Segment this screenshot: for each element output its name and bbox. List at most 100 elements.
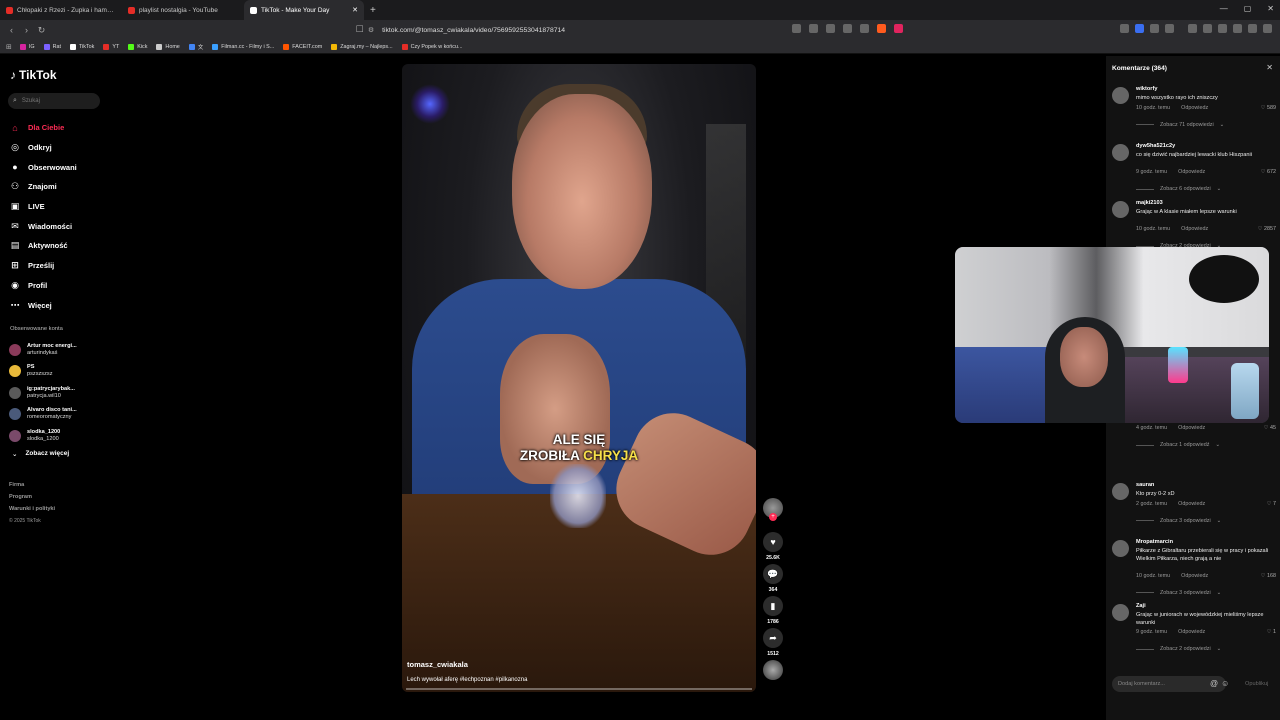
share-icon[interactable] bbox=[860, 24, 869, 33]
avatar[interactable] bbox=[1112, 87, 1129, 104]
bookmark-item[interactable]: IG bbox=[19, 43, 35, 51]
comment-username[interactable]: wiktorfy bbox=[1136, 86, 1157, 92]
tiktok-logo[interactable]: ♪ TikTok bbox=[10, 68, 57, 82]
comment-input[interactable]: Dodaj komentarz... bbox=[1112, 676, 1226, 692]
follow-plus-icon[interactable]: + bbox=[769, 513, 777, 521]
reply-button[interactable]: Odpowiedz bbox=[1178, 501, 1205, 507]
avatar[interactable] bbox=[1112, 540, 1129, 557]
bookmark-item[interactable]: Rat bbox=[43, 43, 61, 51]
bookmark-item[interactable]: Czy Popek w końcu... bbox=[401, 43, 462, 51]
followed-account[interactable]: slodka_1200 slodka_1200 bbox=[9, 425, 109, 447]
sidebar-item-profile[interactable]: ◉ Profil bbox=[9, 276, 109, 296]
video-author[interactable]: tomasz_cwiakala bbox=[407, 660, 468, 669]
comment-username[interactable]: majki2103 bbox=[1136, 200, 1163, 206]
sidebar-item-live[interactable]: ▣ LIVE bbox=[9, 197, 109, 217]
see-more-button[interactable]: ⌄ Zobacz więcej bbox=[12, 450, 69, 458]
puzzle-icon[interactable] bbox=[1150, 24, 1159, 33]
translate-icon[interactable] bbox=[826, 24, 835, 33]
reply-button[interactable]: Odpowiedz bbox=[1178, 629, 1205, 635]
video-player[interactable]: ALE SIĘ ZROBIŁA CHRYJA tomasz_cwiakala L… bbox=[402, 64, 756, 692]
reply-button[interactable]: Odpowiedz bbox=[1181, 226, 1208, 232]
music-disc-button[interactable] bbox=[762, 660, 784, 680]
cast-icon[interactable] bbox=[809, 24, 818, 33]
comment-like-button[interactable]: ♡ 589 bbox=[1261, 105, 1276, 111]
comment-like-button[interactable]: ♡ 1 bbox=[1267, 629, 1276, 635]
bookmark-icon[interactable]: ▮ bbox=[763, 596, 783, 616]
menu-icon[interactable] bbox=[1263, 24, 1272, 33]
avatar[interactable] bbox=[1112, 604, 1129, 621]
creator-avatar-button[interactable]: + bbox=[762, 498, 784, 532]
reply-button[interactable]: Odpowiedz bbox=[1181, 573, 1208, 579]
footer-link-terms[interactable]: Warunki i polityki bbox=[9, 503, 55, 515]
reply-button[interactable]: Odpowiedz bbox=[1178, 169, 1205, 175]
comment-like-button[interactable]: ♡ 672 bbox=[1261, 169, 1276, 175]
music-disc-icon[interactable] bbox=[763, 660, 783, 680]
avatar[interactable] bbox=[1112, 201, 1129, 218]
view-replies-button[interactable]: Zobacz 3 odpowiedzi ⌄ bbox=[1136, 518, 1221, 524]
share-button[interactable]: ➦ 1512 bbox=[762, 628, 784, 660]
comment-username[interactable]: dyw5ha521c2y bbox=[1136, 143, 1175, 149]
vpn-icon[interactable] bbox=[1120, 24, 1129, 33]
bookmark-item[interactable]: FACEIT.com bbox=[283, 43, 322, 51]
comment-username[interactable]: Mropatmarcin bbox=[1136, 539, 1173, 545]
reply-button[interactable]: Odpowiedz bbox=[1178, 425, 1205, 431]
view-replies-button[interactable]: Zobacz 2 odpowiedzi ⌄ bbox=[1136, 646, 1221, 652]
browser-tab[interactable]: Chłopaki z Rzezi - Zupka i hamburg... bbox=[0, 0, 122, 20]
like-button[interactable]: ♥ 25.6K bbox=[762, 532, 784, 564]
reply-button[interactable]: Odpowiedz bbox=[1181, 105, 1208, 111]
comment-username[interactable]: sauran bbox=[1136, 482, 1154, 488]
avatar[interactable]: + bbox=[763, 498, 783, 521]
avatar[interactable] bbox=[1112, 144, 1129, 161]
apps-icon[interactable]: ⊞ bbox=[6, 43, 12, 51]
bookmark-item[interactable]: TikTok bbox=[69, 43, 94, 51]
followed-account[interactable]: ig:patrycjarybak... patrycja.wil10 bbox=[9, 382, 109, 404]
bookmark-item[interactable]: Kick bbox=[128, 43, 147, 51]
bookmark-item[interactable]: Home bbox=[156, 43, 180, 51]
comment-button[interactable]: 💬 364 bbox=[762, 564, 784, 596]
forward-icon[interactable]: › bbox=[19, 25, 34, 35]
save-button[interactable]: ▮ 1786 bbox=[762, 596, 784, 628]
comment-like-button[interactable]: ♡ 168 bbox=[1261, 573, 1276, 579]
sidebar-item-compass[interactable]: ◎ Odkryj bbox=[9, 138, 109, 158]
comment-username[interactable]: Zaji bbox=[1136, 603, 1146, 609]
view-replies-button[interactable]: Zobacz 3 odpowiedzi ⌄ bbox=[1136, 590, 1221, 596]
view-replies-button[interactable]: Zobacz 6 odpowiedzi ⌄ bbox=[1136, 186, 1221, 192]
sidebar-item-home[interactable]: ⌂ Dla Ciebie bbox=[9, 118, 109, 138]
followed-account[interactable]: Alvaro disco tani... romeoromatyczny bbox=[9, 404, 109, 426]
leo-icon[interactable] bbox=[1233, 24, 1242, 33]
view-replies-button[interactable]: Zobacz 71 odpowiedzi ⌄ bbox=[1136, 122, 1224, 128]
new-tab-button[interactable]: + bbox=[370, 5, 376, 16]
post-comment-button[interactable]: Opublikuj bbox=[1245, 681, 1268, 687]
video-description[interactable]: Lech wywołał aferę #lechpoznan #pilkanoz… bbox=[407, 677, 527, 683]
bookmark-item[interactable]: 文 bbox=[188, 43, 203, 51]
followed-account[interactable]: Artur moc energi... arturindykaś bbox=[9, 339, 109, 361]
bookmark-page-icon[interactable]: ☐ bbox=[352, 24, 367, 35]
video-progress-bar[interactable] bbox=[406, 688, 752, 690]
brave-shield-icon[interactable] bbox=[877, 24, 886, 33]
sidebar-item-following[interactable]: ● Obserwowani bbox=[9, 157, 109, 177]
tab-search-icon[interactable] bbox=[1218, 24, 1227, 33]
bookmark-item[interactable]: Filman.cc - Filmy i S... bbox=[212, 43, 274, 51]
back-icon[interactable]: ‹ bbox=[4, 25, 19, 35]
shield-icon[interactable] bbox=[1248, 24, 1257, 33]
site-info-icon[interactable]: ⚙ bbox=[368, 26, 374, 34]
browser-tab[interactable]: playlist nostalgia - YouTube bbox=[122, 0, 244, 20]
media-icon[interactable] bbox=[1188, 24, 1197, 33]
extension-icon[interactable] bbox=[1135, 24, 1144, 33]
sidebar-item-upload[interactable]: ⊞ Prześlij bbox=[9, 256, 109, 276]
bookmark-item[interactable]: Zagraj.my – Najleps... bbox=[331, 43, 393, 51]
mention-icon[interactable]: @ bbox=[1210, 679, 1218, 688]
browser-tab[interactable]: TikTok - Make Your Day ✕ bbox=[244, 0, 364, 20]
bookmark-item[interactable]: YT bbox=[103, 43, 119, 51]
comment-like-button[interactable]: ♡ 7 bbox=[1267, 501, 1276, 507]
share-arrow-icon[interactable]: ➦ bbox=[763, 628, 783, 648]
reader-icon[interactable] bbox=[792, 24, 801, 33]
heart-icon[interactable]: ♥ bbox=[763, 532, 783, 552]
search-input[interactable]: ⌕ Szukaj bbox=[8, 93, 100, 109]
avatar[interactable] bbox=[1112, 483, 1129, 500]
maximize-icon[interactable]: ▢ bbox=[1244, 4, 1252, 13]
view-replies-button[interactable]: Zobacz 1 odpowiedź ⌄ bbox=[1136, 442, 1220, 448]
wallet-icon[interactable] bbox=[1165, 24, 1174, 33]
tab-close-icon[interactable]: ✕ bbox=[352, 6, 358, 14]
sidebar-item-friends[interactable]: ⚇ Znajomi bbox=[9, 177, 109, 197]
